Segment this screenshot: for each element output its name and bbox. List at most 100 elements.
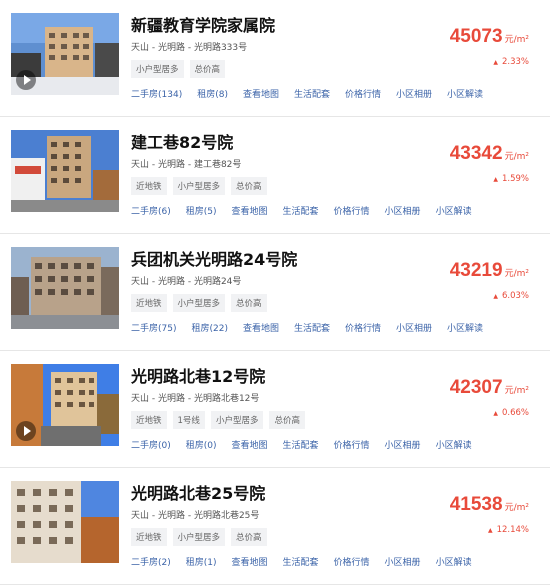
up-arrow-icon: ▲ xyxy=(493,293,498,300)
amenities-link[interactable]: 生活配套 xyxy=(283,555,319,568)
price-trend-link[interactable]: 价格行情 xyxy=(334,438,370,451)
tag: 近地铁 xyxy=(131,411,167,429)
map-link[interactable]: 查看地图 xyxy=(243,87,279,100)
community-links: 二手房(2) 租房(1) 查看地图 生活配套 价格行情 小区相册 小区解读 xyxy=(131,555,487,568)
unit-price: 45073 元/m² xyxy=(450,26,529,48)
secondhand-link[interactable]: 二手房(6) xyxy=(131,204,171,217)
price-value: 43342 xyxy=(449,143,503,164)
community-links: 二手房(6) 租房(5) 查看地图 生活配套 价格行情 小区相册 小区解读 xyxy=(131,204,487,217)
map-link[interactable]: 查看地图 xyxy=(232,438,268,451)
rent-link[interactable]: 租房(8) xyxy=(197,87,228,100)
community-links: 二手房(134) 租房(8) 查看地图 生活配套 价格行情 小区相册 小区解读 xyxy=(131,87,498,100)
tag: 小户型居多 xyxy=(172,294,226,312)
analysis-link[interactable]: 小区解读 xyxy=(436,438,472,451)
price-value: 41538 xyxy=(449,494,503,515)
price-unit: 元/m² xyxy=(504,503,529,513)
tag: 总价高 xyxy=(231,528,267,546)
list-item: 光明路北巷12号院 天山 - 光明路 - 光明路北巷12号 近地铁 1号线 小户… xyxy=(0,351,550,468)
price-change: ▲ 1.59% xyxy=(493,174,529,184)
community-address: 天山 - 光明路 - 光明路北巷12号 xyxy=(131,394,260,404)
up-arrow-icon: ▲ xyxy=(493,176,498,183)
secondhand-link[interactable]: 二手房(2) xyxy=(131,555,171,568)
up-arrow-icon: ▲ xyxy=(493,59,498,66)
list-item: 新疆教育学院家属院 天山 - 光明路 - 光明路333号 小户型居多 总价高 二… xyxy=(0,0,550,117)
unit-price: 43219 元/m² xyxy=(450,260,529,282)
analysis-link[interactable]: 小区解读 xyxy=(436,555,472,568)
community-title[interactable]: 兵团机关光明路24号院 xyxy=(131,246,297,270)
album-link[interactable]: 小区相册 xyxy=(396,321,432,334)
community-photo[interactable] xyxy=(11,364,119,446)
community-links: 二手房(75) 租房(22) 查看地图 生活配套 价格行情 小区相册 小区解读 xyxy=(131,321,498,334)
tag: 小户型居多 xyxy=(172,528,226,546)
play-video-icon[interactable] xyxy=(16,70,36,90)
change-value: 2.33% xyxy=(501,57,529,67)
analysis-link[interactable]: 小区解读 xyxy=(447,321,483,334)
community-list: 新疆教育学院家属院 天山 - 光明路 - 光明路333号 小户型居多 总价高 二… xyxy=(0,0,550,585)
tag-list: 近地铁 小户型居多 总价高 xyxy=(131,528,267,546)
tag: 总价高 xyxy=(231,177,267,195)
change-value: 0.66% xyxy=(501,408,529,418)
rent-link[interactable]: 租房(5) xyxy=(186,204,217,217)
amenities-link[interactable]: 生活配套 xyxy=(294,321,330,334)
tag: 近地铁 xyxy=(131,294,167,312)
community-photo[interactable] xyxy=(11,130,119,212)
tag: 小户型居多 xyxy=(210,411,264,429)
tag: 小户型居多 xyxy=(131,60,184,78)
up-arrow-icon: ▲ xyxy=(493,410,498,417)
tag: 总价高 xyxy=(189,60,226,78)
community-photo[interactable] xyxy=(11,247,119,329)
tag: 近地铁 xyxy=(131,528,167,546)
analysis-link[interactable]: 小区解读 xyxy=(447,87,483,100)
album-link[interactable]: 小区相册 xyxy=(396,87,432,100)
community-title[interactable]: 新疆教育学院家属院 xyxy=(131,12,275,36)
secondhand-link[interactable]: 二手房(75) xyxy=(131,321,176,334)
map-link[interactable]: 查看地图 xyxy=(232,204,268,217)
analysis-link[interactable]: 小区解读 xyxy=(436,204,472,217)
price-trend-link[interactable]: 价格行情 xyxy=(334,555,370,568)
price-trend-link[interactable]: 价格行情 xyxy=(345,321,381,334)
unit-price: 43342 元/m² xyxy=(450,143,529,165)
map-link[interactable]: 查看地图 xyxy=(232,555,268,568)
community-title[interactable]: 光明路北巷12号院 xyxy=(131,363,265,387)
amenities-link[interactable]: 生活配套 xyxy=(283,438,319,451)
community-photo[interactable] xyxy=(11,481,119,563)
album-link[interactable]: 小区相册 xyxy=(385,555,421,568)
community-address: 天山 - 光明路 - 光明路24号 xyxy=(131,277,242,287)
price-trend-link[interactable]: 价格行情 xyxy=(345,87,381,100)
rent-link[interactable]: 租房(0) xyxy=(186,438,217,451)
secondhand-link[interactable]: 二手房(134) xyxy=(131,87,182,100)
secondhand-link[interactable]: 二手房(0) xyxy=(131,438,171,451)
album-link[interactable]: 小区相册 xyxy=(385,438,421,451)
tag: 总价高 xyxy=(269,411,305,429)
change-value: 12.14% xyxy=(496,525,529,535)
album-link[interactable]: 小区相册 xyxy=(385,204,421,217)
price-unit: 元/m² xyxy=(504,269,529,279)
unit-price: 41538 元/m² xyxy=(450,494,529,516)
tag-list: 近地铁 1号线 小户型居多 总价高 xyxy=(131,411,305,429)
unit-price: 42307 元/m² xyxy=(450,377,529,399)
play-video-icon[interactable] xyxy=(16,421,36,441)
price-value: 45073 xyxy=(449,26,503,47)
price-change: ▲ 12.14% xyxy=(488,525,529,535)
tag: 小户型居多 xyxy=(172,177,226,195)
price-value: 43219 xyxy=(449,260,503,281)
rent-link[interactable]: 租房(1) xyxy=(186,555,217,568)
price-change: ▲ 2.33% xyxy=(493,57,529,67)
price-unit: 元/m² xyxy=(504,152,529,162)
price-change: ▲ 6.03% xyxy=(493,291,529,301)
community-title[interactable]: 建工巷82号院 xyxy=(131,129,233,153)
tag: 近地铁 xyxy=(131,177,167,195)
community-address: 天山 - 光明路 - 建工巷82号 xyxy=(131,160,242,170)
rent-link[interactable]: 租房(22) xyxy=(191,321,227,334)
tag-list: 近地铁 小户型居多 总价高 xyxy=(131,177,267,195)
price-unit: 元/m² xyxy=(504,386,529,396)
amenities-link[interactable]: 生活配套 xyxy=(294,87,330,100)
change-value: 1.59% xyxy=(501,174,529,184)
map-link[interactable]: 查看地图 xyxy=(243,321,279,334)
community-title[interactable]: 光明路北巷25号院 xyxy=(131,480,265,504)
community-photo[interactable] xyxy=(11,13,119,95)
amenities-link[interactable]: 生活配套 xyxy=(283,204,319,217)
price-value: 42307 xyxy=(449,377,503,398)
tag: 总价高 xyxy=(231,294,267,312)
price-trend-link[interactable]: 价格行情 xyxy=(334,204,370,217)
